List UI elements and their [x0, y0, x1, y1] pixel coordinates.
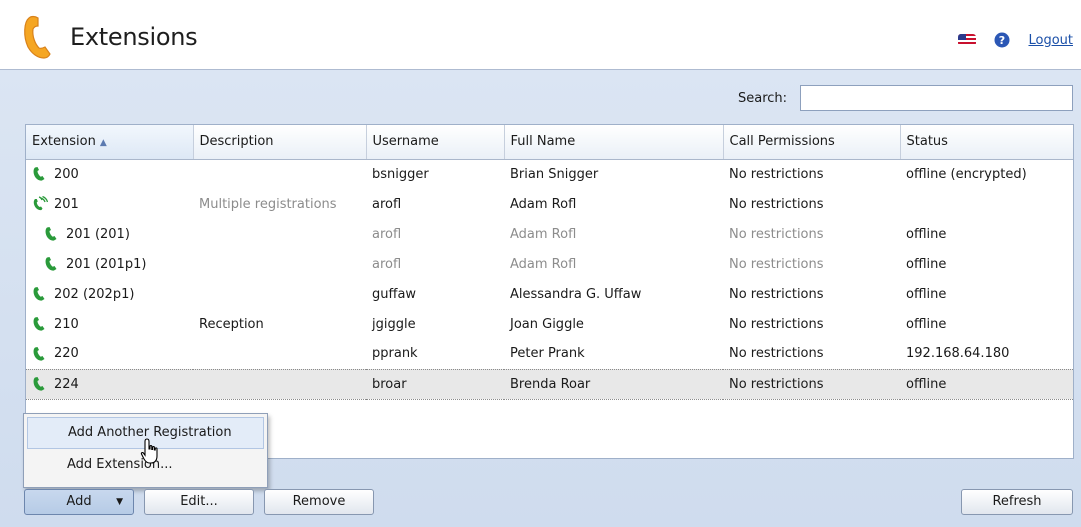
phone-icon — [33, 346, 45, 361]
status-cell: offline (encrypted) — [906, 166, 1027, 182]
extension-cell: 220 — [54, 346, 79, 362]
extension-cell: 201 (201p1) — [66, 256, 147, 272]
call-permissions-cell: No restrictions — [729, 226, 824, 242]
status-cell: 192.168.64.180 — [906, 346, 1010, 362]
phone-handset-icon — [24, 15, 51, 59]
column-header-username[interactable]: Username — [366, 125, 505, 160]
description-cell: Multiple registrations — [199, 196, 337, 212]
column-header-description[interactable]: Description — [193, 125, 367, 160]
username-cell: arofl — [372, 196, 402, 212]
remove-button[interactable]: Remove — [264, 489, 374, 515]
description-cell — [193, 368, 366, 400]
column-header-call-permissions[interactable]: Call Permissions — [723, 125, 901, 160]
table-header-row: Extension ▲ Description Username Full Nam… — [26, 125, 1073, 160]
search-input[interactable] — [800, 85, 1073, 111]
page-title: Extensions — [70, 23, 198, 51]
username-cell: arofl — [372, 226, 402, 242]
status-cell — [900, 189, 1073, 219]
sort-ascending-icon: ▲ — [99, 138, 107, 149]
us-flag-icon[interactable] — [958, 34, 977, 46]
username-cell: pprank — [372, 346, 418, 362]
logout-link[interactable]: Logout — [1028, 33, 1073, 48]
hand-pointer-icon — [140, 438, 158, 464]
column-header-status[interactable]: Status — [900, 125, 1073, 160]
call-permissions-cell: No restrictions — [729, 316, 824, 332]
add-button[interactable]: Add ▼ — [24, 489, 134, 515]
description-cell: Reception — [199, 316, 264, 332]
full-name-cell: Joan Giggle — [510, 316, 584, 332]
table-row-selected[interactable]: 224 broar Brenda Roar No restrictions of… — [26, 368, 1073, 400]
call-permissions-cell: No restrictions — [729, 196, 824, 212]
full-name-cell: Alessandra G. Uffaw — [510, 286, 642, 302]
status-cell: offline — [906, 316, 947, 332]
refresh-button[interactable]: Refresh — [961, 489, 1073, 515]
call-permissions-cell: No restrictions — [723, 368, 900, 400]
description-cell — [193, 159, 366, 189]
svg-text:?: ? — [999, 34, 1005, 47]
call-permissions-cell: No restrictions — [729, 286, 824, 302]
extension-cell: 210 — [54, 316, 79, 332]
phone-icon — [33, 167, 45, 181]
full-name-cell: Peter Prank — [510, 346, 585, 362]
full-name-cell: Brian Snigger — [510, 166, 599, 182]
phone-icon — [33, 317, 45, 331]
help-icon[interactable]: ? — [994, 32, 1010, 48]
extension-cell: 202 (202p1) — [54, 286, 135, 302]
username-cell: guffaw — [372, 286, 417, 302]
table-row[interactable]: 202 (202p1) guffaw Alessandra G. Uffaw N… — [26, 279, 1073, 309]
phone-icon — [33, 287, 45, 301]
search-label: Search: — [738, 91, 788, 106]
extension-cell: 200 — [54, 166, 79, 182]
add-button-label: Add — [66, 494, 92, 509]
extension-cell: 224 — [54, 376, 79, 392]
call-permissions-cell: No restrictions — [729, 346, 824, 362]
edit-button[interactable]: Edit... — [144, 489, 254, 515]
phone-icon — [33, 377, 45, 391]
username-cell: bsnigger — [372, 166, 429, 182]
column-header-full-name[interactable]: Full Name — [504, 125, 724, 160]
full-name-cell: Brenda Roar — [504, 368, 723, 400]
caret-down-icon: ▼ — [116, 497, 123, 507]
page-header: Extensions ? Logout — [0, 0, 1081, 69]
full-name-cell: Adam Rofl — [510, 196, 577, 212]
extension-cell: 201 (201) — [66, 226, 130, 242]
description-cell — [193, 249, 366, 279]
extensions-table: Extension ▲ Description Username Full Nam… — [26, 125, 1073, 400]
phone-icon — [45, 227, 57, 241]
phone-icon — [45, 257, 57, 271]
status-cell: offline — [906, 286, 947, 302]
extensions-grid: Extension ▲ Description Username Full Nam… — [25, 124, 1074, 459]
call-permissions-cell: No restrictions — [729, 166, 824, 182]
username-cell: arofl — [372, 256, 402, 272]
extension-cell: 201 — [54, 196, 79, 212]
multi-phone-icon — [33, 196, 48, 211]
username-cell: jgiggle — [372, 316, 416, 332]
table-row[interactable]: 200 bsnigger Brian Snigger No restrictio… — [26, 159, 1073, 189]
table-row[interactable]: 201 (201p1) arofl Adam Rofl No restricti… — [26, 249, 1073, 279]
table-row[interactable]: 220 pprank Peter Prank No restrictions 1… — [26, 339, 1073, 369]
username-cell: broar — [366, 368, 504, 400]
table-row[interactable]: 210 Reception jgiggle Joan Giggle No res… — [26, 309, 1073, 339]
description-cell — [193, 339, 366, 369]
full-name-cell: Adam Rofl — [510, 256, 577, 272]
status-cell: offline — [906, 226, 947, 242]
description-cell — [193, 279, 366, 309]
table-row[interactable]: 201 (201) arofl Adam Rofl No restriction… — [26, 219, 1073, 249]
call-permissions-cell: No restrictions — [729, 256, 824, 272]
description-cell — [193, 219, 366, 249]
column-header-extension[interactable]: Extension ▲ — [26, 125, 194, 160]
status-cell: offline — [906, 256, 947, 272]
full-name-cell: Adam Rofl — [510, 226, 577, 242]
table-row[interactable]: 201 Multiple registrations arofl Adam Ro… — [26, 189, 1073, 219]
status-cell: offline — [900, 368, 1073, 400]
